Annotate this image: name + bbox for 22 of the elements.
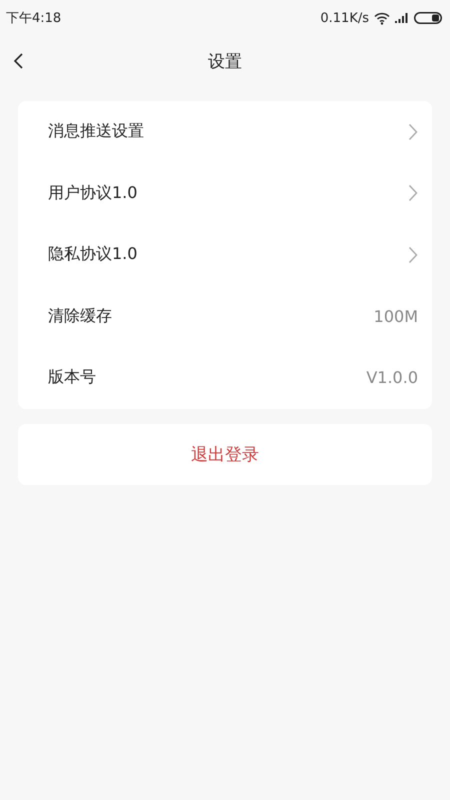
network-speed: 0.11K/s bbox=[320, 10, 369, 26]
signal-icon bbox=[395, 13, 409, 23]
row-value: 100M bbox=[374, 306, 418, 326]
settings-row[interactable]: 隐私协议1.0 bbox=[18, 224, 432, 286]
row-label: 用户协议1.0 bbox=[48, 182, 138, 204]
row-value: V1.0.0 bbox=[366, 368, 418, 388]
battery-icon bbox=[414, 12, 442, 24]
chevron-icon bbox=[408, 184, 418, 202]
page-title: 设置 bbox=[208, 50, 242, 72]
settings-row[interactable]: 用户协议1.0 bbox=[18, 162, 432, 224]
row-label: 清除缓存 bbox=[48, 306, 112, 327]
row-label: 隐私协议1.0 bbox=[48, 244, 138, 266]
row-label: 版本号 bbox=[48, 367, 96, 388]
chevron-icon bbox=[408, 122, 418, 141]
row-label: 消息推送设置 bbox=[48, 121, 144, 142]
status-time: 下午4:18 bbox=[6, 10, 62, 27]
logout-button[interactable]: 退出登录 bbox=[18, 424, 432, 484]
settings-row[interactable]: 消息推送设置 bbox=[18, 101, 432, 162]
chevron-icon bbox=[408, 246, 418, 264]
settings-row[interactable]: 版本号 V1.0.0 bbox=[18, 347, 432, 408]
wifi-icon bbox=[374, 12, 390, 24]
settings-row[interactable]: 清除缓存 100M bbox=[18, 286, 432, 347]
